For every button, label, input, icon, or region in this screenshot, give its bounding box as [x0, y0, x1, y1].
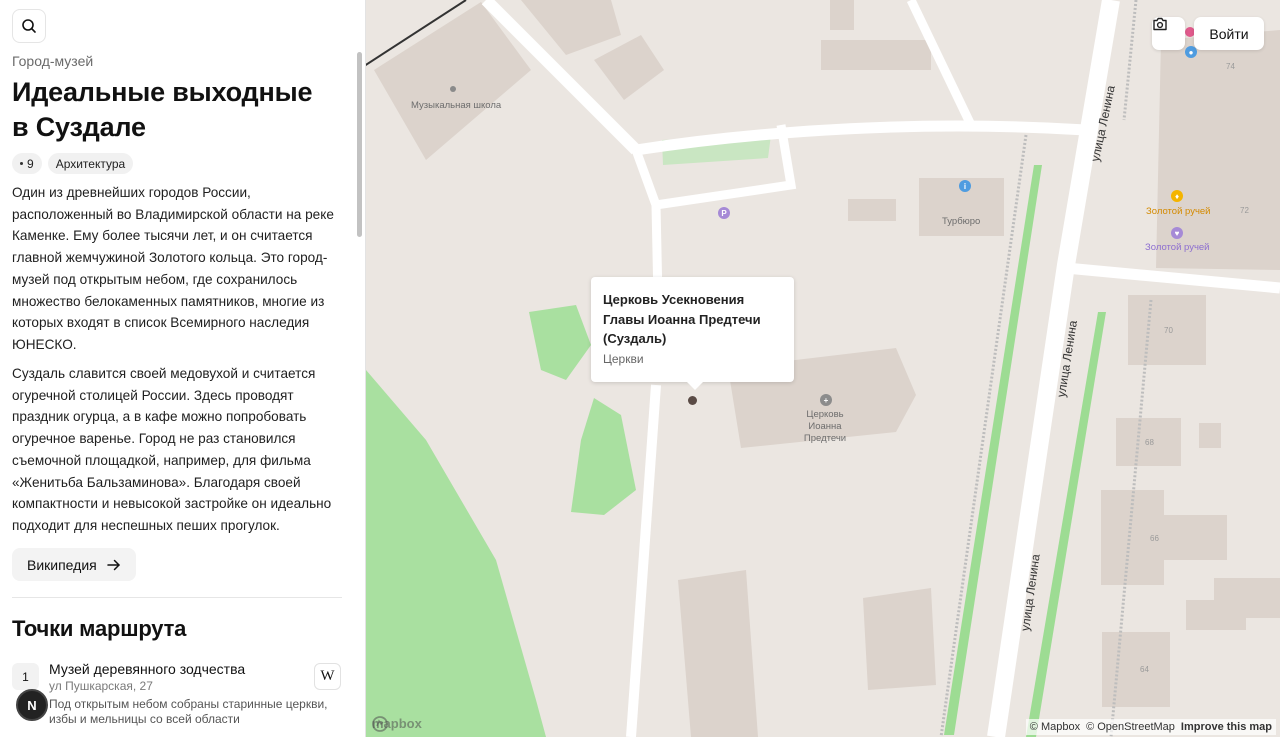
- screenshot-button[interactable]: [1152, 17, 1185, 50]
- house-number: 74: [1226, 62, 1235, 71]
- search-button[interactable]: [12, 9, 46, 43]
- user-avatar[interactable]: N: [16, 689, 48, 721]
- park-area: [944, 165, 1042, 735]
- map-label-turburo: Турбюро: [942, 216, 981, 227]
- restaurant-icon[interactable]: ♦: [1171, 190, 1183, 202]
- house-number: 64: [1140, 665, 1149, 674]
- osm-attribution-link[interactable]: © OpenStreetMap: [1086, 721, 1175, 733]
- camera-icon: [1153, 17, 1167, 31]
- building: [1186, 600, 1246, 630]
- bar-icon[interactable]: ♥: [1171, 227, 1183, 239]
- arrow-right-icon: [106, 559, 120, 570]
- map-label-golden-stream-bar: Золотой ручей: [1145, 242, 1210, 253]
- login-button[interactable]: Войти: [1194, 17, 1264, 50]
- building: [863, 588, 936, 690]
- route-title: Идеальные выходные в Суздале: [12, 77, 313, 142]
- building: [821, 40, 931, 70]
- category-chip[interactable]: Архитектура: [47, 153, 134, 174]
- building: [1199, 423, 1221, 448]
- dot-icon: [20, 162, 23, 165]
- building: [830, 0, 854, 30]
- map-attribution: © Mapbox © OpenStreetMap Improve this ma…: [1025, 719, 1276, 735]
- count-chip-label: 9: [27, 156, 34, 171]
- poi-dot-icon: [450, 86, 456, 92]
- popup-pointer: [687, 382, 703, 390]
- route-points-title: Точки маршрута: [12, 616, 187, 641]
- app-root: Город-музей Идеальные выходные в Суздале…: [0, 0, 1280, 737]
- description-paragraph: Один из древнейших городов России, распо…: [12, 185, 334, 352]
- park-area: [529, 305, 591, 380]
- sidebar: Город-музей Идеальные выходные в Суздале…: [0, 0, 366, 737]
- route-chips: 9 Архитектура: [12, 153, 134, 174]
- rail-track: [1122, 0, 1138, 121]
- wikipedia-icon[interactable]: W: [314, 663, 341, 690]
- route-point-item[interactable]: 1 Музей деревянного зодчества ул Пушкарс…: [12, 660, 342, 737]
- building: [678, 570, 758, 737]
- map-label-golden-stream-cafe: Золотой ручей: [1146, 206, 1211, 217]
- house-number: 70: [1164, 326, 1173, 335]
- sidebar-scrollbar[interactable]: [357, 52, 362, 237]
- category-chip-label: Архитектура: [55, 156, 126, 171]
- house-number: 72: [1240, 206, 1249, 215]
- route-point-number: 1: [12, 663, 39, 690]
- mapbox-logo[interactable]: mapbox: [372, 716, 422, 732]
- house-number: 66: [1150, 534, 1159, 543]
- map-canvas[interactable]: Музыкальная школа Турбюро i P Церковь Ио…: [366, 0, 1280, 737]
- house-number: 68: [1145, 438, 1154, 447]
- mapbox-attribution-link[interactable]: © Mapbox: [1030, 721, 1080, 733]
- park-area: [366, 370, 546, 737]
- building: [1161, 515, 1227, 560]
- parking-icon[interactable]: P: [718, 207, 730, 219]
- church-icon[interactable]: +: [820, 394, 832, 406]
- place-popup[interactable]: Церковь Усекновения Главы Иоанна Предтеч…: [591, 277, 794, 390]
- map-label-church: Церковь Иоанна Предтечи: [803, 409, 847, 444]
- route-point-description: Под открытым небом собраны старинные цер…: [49, 697, 328, 726]
- route-point-name: Музей деревянного зодчества: [49, 661, 246, 677]
- route-point-address: ул Пушкарская, 27: [49, 679, 153, 693]
- mapbox-logo-icon: [372, 716, 388, 732]
- building: [848, 199, 896, 221]
- wikipedia-button-label: Википедия: [27, 556, 97, 573]
- building: [594, 35, 664, 100]
- map-base: [366, 0, 1280, 737]
- sidebar-content: Город-музей Идеальные выходные в Суздале…: [0, 0, 354, 737]
- description-paragraph: Суздаль славится своей медовухой и счита…: [12, 366, 332, 533]
- popup-title: Церковь Усекновения Главы Иоанна Предтеч…: [603, 292, 761, 346]
- count-chip: 9: [12, 153, 42, 174]
- tourism-info-icon[interactable]: i: [959, 180, 971, 192]
- wikipedia-button[interactable]: Википедия: [12, 548, 136, 581]
- improve-map-link[interactable]: Improve this map: [1181, 721, 1272, 733]
- popup-category: Церкви: [603, 351, 644, 366]
- search-icon: [22, 19, 36, 33]
- road: [1065, 262, 1280, 294]
- road: [626, 384, 661, 737]
- route-eyebrow: Город-музей: [12, 53, 94, 69]
- building: [1102, 632, 1170, 707]
- park-area: [571, 398, 636, 515]
- map-label-music-school: Музыкальная школа: [411, 100, 502, 111]
- place-marker[interactable]: [688, 396, 697, 405]
- section-divider: [12, 597, 342, 598]
